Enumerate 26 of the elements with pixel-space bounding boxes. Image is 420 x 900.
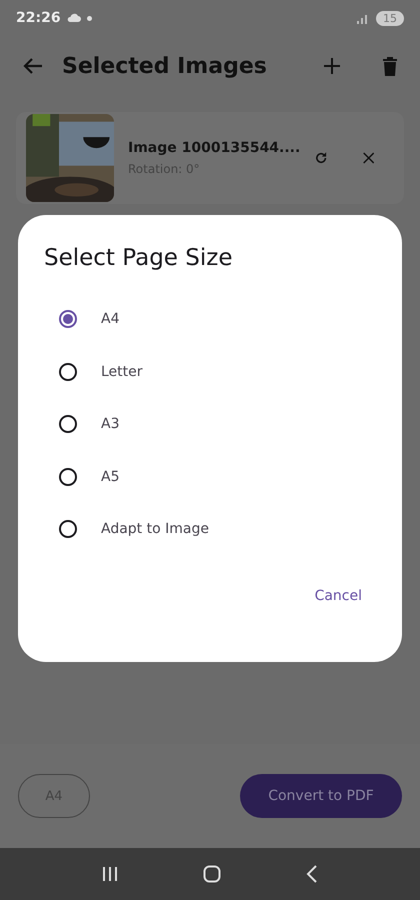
trash-icon[interactable] (382, 56, 398, 76)
screen-title: Selected Images (62, 54, 268, 78)
page-size-option[interactable]: A4 (44, 293, 376, 346)
recent-apps-icon[interactable] (102, 867, 118, 881)
signal-icon (356, 12, 370, 24)
status-time: 22:26 (16, 10, 61, 26)
cloud-icon (66, 13, 81, 23)
radio-button[interactable] (59, 362, 77, 381)
dialog-title: Select Page Size (44, 245, 234, 271)
cancel-button[interactable]: Cancel (300, 582, 376, 610)
radio-button[interactable] (59, 415, 77, 434)
add-icon[interactable] (322, 56, 342, 76)
page-size-option[interactable]: A5 (44, 450, 376, 503)
radio-button[interactable] (59, 520, 77, 538)
convert-to-pdf-button[interactable]: Convert to PDF (240, 774, 402, 818)
radio-button[interactable] (59, 468, 77, 486)
close-icon[interactable] (362, 150, 374, 166)
radio-button[interactable] (59, 310, 77, 328)
notification-dot (86, 16, 92, 20)
battery-indicator: 15 (376, 10, 404, 26)
image-name: Image 1000135544.... (128, 140, 300, 156)
page-size-option[interactable]: A3 (44, 398, 376, 450)
page-size-option[interactable]: Adapt to Image (44, 503, 376, 556)
home-icon[interactable] (202, 865, 221, 883)
back-icon[interactable] (306, 865, 318, 883)
page-size-option[interactable]: Letter (44, 346, 376, 398)
